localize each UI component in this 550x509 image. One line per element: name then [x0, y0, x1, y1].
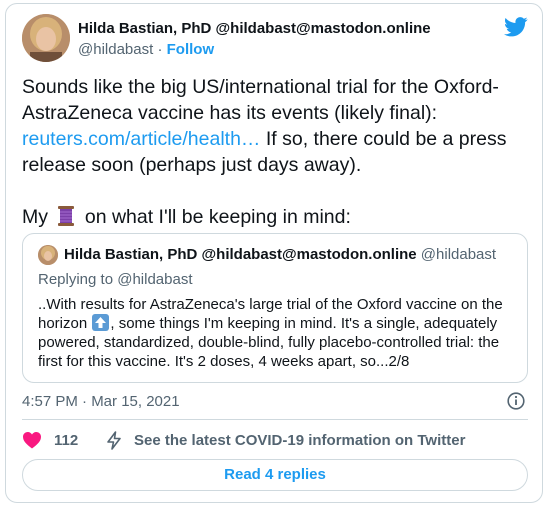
thread-spool-icon [58, 206, 75, 226]
like-count: 112 [54, 431, 79, 449]
quoted-header: Hilda Bastian, PhD @hildabast@mastodon.o… [64, 246, 496, 263]
like-button[interactable]: 112 [22, 431, 78, 449]
quoted-tweet[interactable]: Hilda Bastian, PhD @hildabast@mastodon.o… [22, 233, 528, 383]
tweet-line: release soon (perhaps just days away). [22, 154, 362, 176]
tweet-my: My [22, 206, 48, 228]
follow-button[interactable]: Follow [167, 41, 215, 58]
up-arrow-icon [92, 314, 110, 331]
quoted-avatar [38, 245, 58, 265]
author-handle-line: @hildabast · Follow [78, 41, 214, 58]
quoted-author-handle: @hildabast [420, 246, 497, 263]
covid-info-label: See the latest COVID-19 information on T… [134, 432, 466, 449]
covid-info-link[interactable]: See the latest COVID-19 information on T… [106, 431, 465, 450]
tweet-line: AstraZeneca vaccine has its events (like… [22, 102, 438, 124]
twitter-bird-icon[interactable] [504, 17, 528, 37]
quoted-author-name: Hilda Bastian, PhD @hildabast@mastodon.o… [64, 246, 417, 263]
author-name[interactable]: Hilda Bastian, PhD @hildabast@mastodon.o… [78, 20, 431, 37]
divider [22, 419, 528, 420]
lightning-icon [107, 431, 121, 450]
tweet-line: Sounds like the big US/international tri… [22, 76, 499, 98]
tweet-line: My on what I'll be keeping in mind: [22, 204, 532, 230]
read-replies-button[interactable]: Read 4 replies [22, 459, 528, 491]
tweet-line: reuters.com/article/health… If so, there… [22, 126, 532, 152]
quoted-text: ..With results for AstraZeneca's large t… [38, 295, 518, 371]
heart-icon [23, 432, 41, 449]
author-avatar[interactable] [22, 14, 70, 62]
tweet-timestamp[interactable]: 4:57 PM · Mar 15, 2021 [22, 393, 180, 410]
separator-dot: · [157, 41, 163, 58]
info-icon[interactable] [507, 392, 525, 410]
tweet-line-rest: If so, there could be a press [260, 128, 507, 150]
action-bar: 112 See the latest COVID-19 information … [22, 431, 528, 451]
quoted-replying-to: Replying to @hildabast [38, 271, 193, 288]
tweet-keeping: on what I'll be keeping in mind: [84, 206, 351, 228]
author-handle[interactable]: @hildabast [78, 41, 153, 58]
tweet-header: Hilda Bastian, PhD @hildabast@mastodon.o… [22, 14, 528, 66]
article-link[interactable]: reuters.com/article/health… [22, 128, 260, 150]
tweet-body: Sounds like the big US/international tri… [22, 74, 532, 230]
tweet-card: Hilda Bastian, PhD @hildabast@mastodon.o… [5, 3, 543, 503]
